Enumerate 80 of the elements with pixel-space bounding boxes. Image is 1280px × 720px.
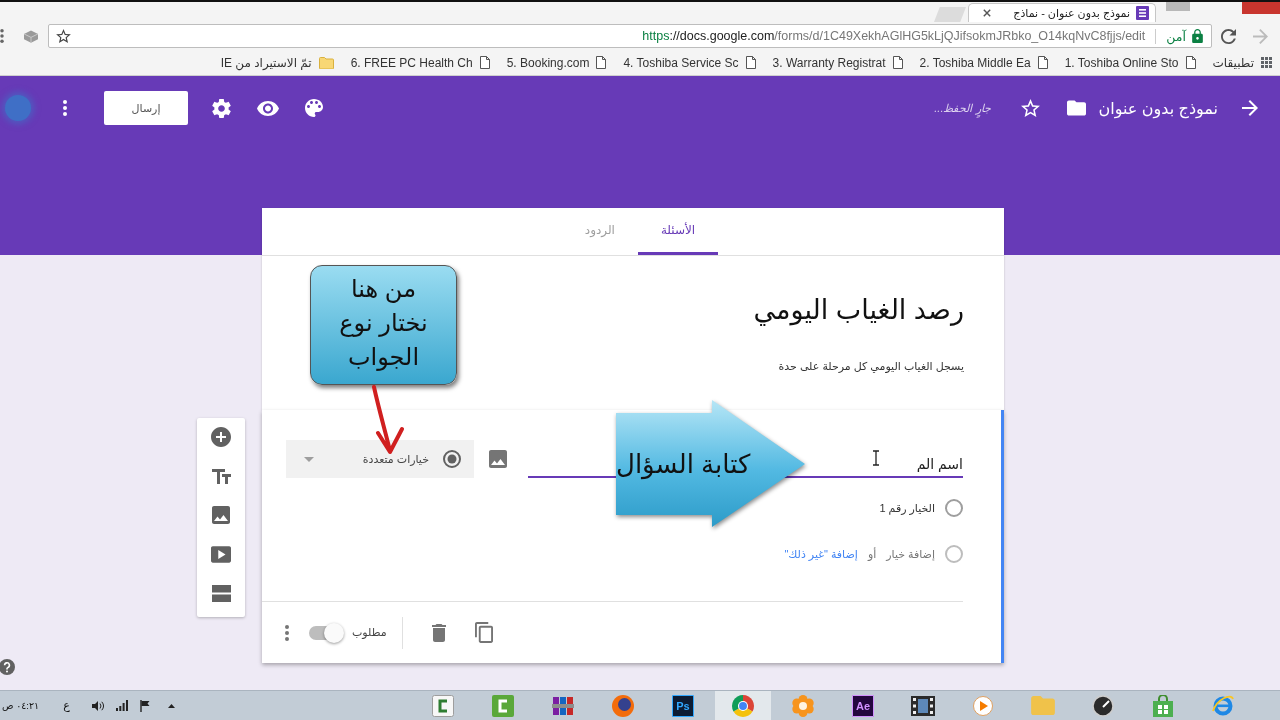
- speaker-icon[interactable]: [91, 699, 104, 712]
- folder-icon[interactable]: [1066, 100, 1086, 116]
- bookmark-link[interactable]: 6. FREE PC Health Ch: [350, 55, 490, 70]
- close-icon[interactable]: [983, 9, 991, 17]
- copy-icon[interactable]: [474, 622, 493, 643]
- option-label: الخيار رقم 1: [879, 501, 935, 515]
- radio-icon: [945, 499, 963, 517]
- bookmark-link[interactable]: تمّ الاستيراد من IE: [220, 55, 334, 70]
- image-icon[interactable]: [212, 506, 230, 524]
- star-icon[interactable]: [56, 29, 71, 43]
- page-icon: [596, 56, 607, 69]
- more-icon[interactable]: [285, 624, 289, 641]
- bookmark-link[interactable]: 3. Warranty Registrat: [772, 55, 903, 70]
- image-icon[interactable]: [489, 450, 507, 468]
- url-text: https://docs.google.com/forms/d/1C49XekhAGlHG5kLjQJifsokmJRbko_O14kqNvC8fjjs/edit: [642, 29, 1146, 43]
- bookmark-link[interactable]: 5. Booking.com: [506, 55, 607, 70]
- folder-icon: [318, 56, 334, 69]
- radio-icon: [945, 545, 963, 563]
- bracket-logo-icon: [432, 694, 454, 717]
- security-label: آمن: [1166, 28, 1186, 44]
- delete-icon[interactable]: [431, 623, 446, 642]
- star-icon[interactable]: [1020, 99, 1040, 117]
- tab[interactable]: الأسئلة: [637, 208, 719, 255]
- callout-note: من هنا نختار نوع الجواب: [310, 265, 457, 385]
- form-heading: رصد الغياب اليومي: [753, 294, 964, 328]
- form-description: يسجل الغياب اليومي كل مرحلة على حدة: [778, 360, 964, 373]
- signal-icon[interactable]: [115, 700, 128, 711]
- help-icon[interactable]: [0, 659, 15, 675]
- gauge-icon: [1092, 694, 1114, 717]
- page-icon: [745, 56, 756, 69]
- palette-icon[interactable]: [305, 99, 323, 117]
- browser-tab[interactable]: نموذج بدون عنوان - نماذج: [968, 3, 1156, 22]
- taskbar-app-button[interactable]: Ps: [655, 691, 711, 720]
- books-icon: [552, 694, 574, 717]
- bookmark-link[interactable]: 2. Toshiba Middle Ea: [919, 55, 1048, 70]
- more-icon[interactable]: [63, 100, 67, 116]
- ring-logo-icon: [1211, 694, 1235, 717]
- arrow-icon[interactable]: [1242, 100, 1258, 116]
- send-button[interactable]: إرسال: [104, 91, 188, 125]
- bracket-logo-icon: [492, 694, 514, 717]
- settings-icon[interactable]: [212, 98, 231, 118]
- caret-icon: [304, 456, 314, 462]
- text-icon[interactable]: [211, 468, 231, 484]
- rows-icon[interactable]: [211, 584, 231, 602]
- film-icon: [911, 695, 935, 716]
- apps-icon: [1261, 57, 1272, 68]
- folder-icon: [1031, 696, 1055, 715]
- play-icon[interactable]: [211, 545, 231, 563]
- disc-logo-icon: [612, 694, 634, 717]
- page-icon: [479, 56, 490, 69]
- add-other-link[interactable]: إضافة "غير ذلك": [784, 547, 858, 561]
- language-indicator[interactable]: ع: [63, 699, 70, 712]
- more-icon[interactable]: [0, 29, 4, 43]
- required-toggle[interactable]: [309, 622, 344, 643]
- text-cursor-icon: [872, 450, 880, 466]
- flag-icon[interactable]: [139, 699, 150, 712]
- or-text: أو: [867, 547, 877, 561]
- reload-icon[interactable]: [1221, 28, 1236, 44]
- lock-icon: [1192, 29, 1203, 43]
- taskbar-app-button[interactable]: Ae: [835, 691, 891, 720]
- form-name[interactable]: نموذج بدون عنوان: [1098, 98, 1218, 118]
- caret-up-icon[interactable]: [167, 703, 175, 708]
- bookmark-link[interactable]: 1. Toshiba Online Sto: [1064, 55, 1196, 70]
- eye-icon[interactable]: [257, 100, 279, 116]
- cube-icon[interactable]: [24, 29, 38, 43]
- clock-text: ٠٤:٢١ ص: [2, 700, 40, 711]
- page-icon: [1185, 56, 1196, 69]
- add-option-link[interactable]: إضافة خيار: [886, 547, 935, 561]
- flower-icon: [792, 694, 814, 717]
- radio-checked-icon: [443, 450, 461, 468]
- question-type-dropdown[interactable]: خيارات متعددة: [286, 440, 474, 478]
- shopping-bag-icon: [1153, 694, 1173, 717]
- page-icon: [1037, 56, 1048, 69]
- bookmark-link[interactable]: تطبيقات: [1212, 55, 1272, 70]
- play-icon: [973, 695, 993, 716]
- required-label: مطلوب: [352, 626, 387, 639]
- bookmark-link[interactable]: 4. Toshiba Service Sc: [623, 55, 756, 70]
- document-icon: [1136, 6, 1149, 20]
- circle-logo-icon: [732, 694, 754, 717]
- page-icon: [892, 56, 903, 69]
